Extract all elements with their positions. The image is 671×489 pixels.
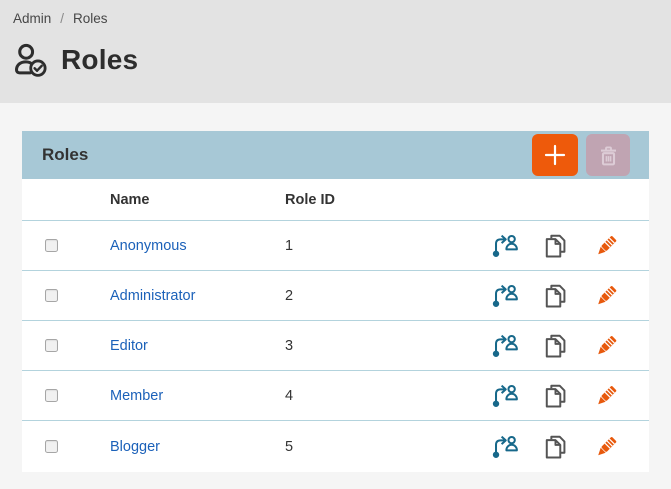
role-id-cell: 5 [285,439,491,455]
row-checkbox[interactable] [45,440,58,453]
role-name-link[interactable]: Blogger [110,439,160,455]
row-checkbox[interactable] [45,389,58,402]
main-content: Roles [0,103,671,472]
role-id-cell: 4 [285,388,491,404]
page-title: Roles [61,44,138,76]
breadcrumb-link-admin[interactable]: Admin [13,11,51,26]
role-id-cell: 2 [285,288,491,304]
trash-icon [596,143,621,168]
delete-roles-button[interactable] [586,134,630,176]
permissions-icon[interactable] [491,433,518,460]
panel-header: Roles [22,131,649,179]
role-name-link[interactable]: Anonymous [110,238,187,254]
top-header: Admin / Roles Roles [0,0,671,103]
breadcrumb-link-roles[interactable]: Roles [73,11,108,26]
page-title-row: Roles [13,42,657,78]
role-name-link[interactable]: Member [110,388,163,404]
plus-icon [542,142,568,168]
copy-icon[interactable] [542,232,569,259]
roles-panel: Roles [22,131,649,472]
table-row: Anonymous 1 [22,221,649,271]
table-row: Blogger 5 [22,421,649,472]
table-row: Editor 3 [22,321,649,371]
role-id-cell: 1 [285,238,491,254]
edit-icon[interactable] [593,233,619,259]
column-header-role-id: Role ID [285,192,619,208]
roles-table: Name Role ID Anonymous 1 [22,179,649,472]
table-row: Administrator 2 [22,271,649,321]
role-name-link[interactable]: Administrator [110,288,195,304]
permissions-icon[interactable] [491,332,518,359]
edit-icon[interactable] [593,383,619,409]
edit-icon[interactable] [593,283,619,309]
permissions-icon[interactable] [491,382,518,409]
copy-icon[interactable] [542,332,569,359]
edit-icon[interactable] [593,434,619,460]
copy-icon[interactable] [542,433,569,460]
role-id-cell: 3 [285,338,491,354]
row-checkbox[interactable] [45,339,58,352]
row-checkbox[interactable] [45,289,58,302]
panel-title: Roles [42,145,532,165]
row-checkbox[interactable] [45,239,58,252]
permissions-icon[interactable] [491,232,518,259]
table-row: Member 4 [22,371,649,421]
column-header-name: Name [110,192,285,208]
add-role-button[interactable] [532,134,578,176]
copy-icon[interactable] [542,282,569,309]
edit-icon[interactable] [593,333,619,359]
permissions-icon[interactable] [491,282,518,309]
copy-icon[interactable] [542,382,569,409]
breadcrumb-separator: / [60,11,64,26]
user-check-icon [13,42,50,78]
table-header-row: Name Role ID [22,179,649,221]
breadcrumb: Admin / Roles [13,11,657,26]
role-name-link[interactable]: Editor [110,338,148,354]
